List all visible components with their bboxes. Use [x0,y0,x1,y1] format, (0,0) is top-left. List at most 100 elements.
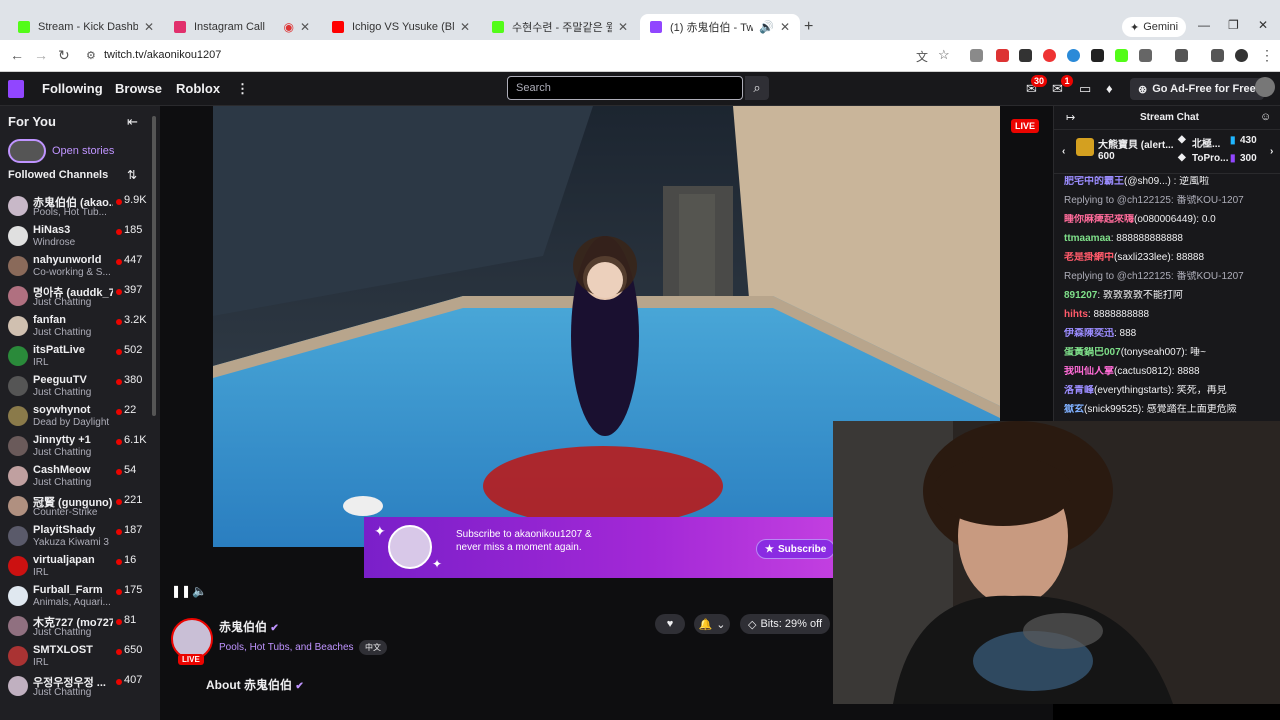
leader-name[interactable]: ToPro... [1192,153,1228,164]
sidebar-scrollbar[interactable] [152,116,156,416]
sidebar-channel-item[interactable]: 赤鬼伯伯 (akao... Pools, Hot Tub... 9.9K [8,192,152,220]
open-stories-button[interactable]: Open stories [8,139,114,163]
chat-message[interactable]: hihts: 8888888888 [1064,309,1279,321]
extension-icon[interactable] [1019,49,1032,62]
chat-username[interactable]: 老是掛網中 [1064,252,1114,263]
reload-icon[interactable]: ↻ [58,47,70,64]
sidebar-channel-item[interactable]: 우정우정우정 ... Just Chatting 407 [8,672,152,700]
reading-list-icon[interactable] [1211,49,1224,62]
sidebar-channel-item[interactable]: CashMeow Just Chatting 54 [8,462,152,490]
user-avatar[interactable] [1255,77,1275,97]
browser-tab-youtube[interactable]: Ichigo VS Yusuke (Bleach VS Yu ✕ [322,14,480,40]
notification-bell-button[interactable]: 🔔 ⌄ [694,614,730,634]
chat-message[interactable]: Replying to @ch122125: 番號KOU-1207 [1064,271,1279,283]
leader-name[interactable]: 北極... [1192,135,1220,150]
sidebar-channel-item[interactable]: Jinnytty +1 Just Chatting 6.1K [8,432,152,460]
chat-message[interactable]: 老是掛網中(saxli233lee): 88888 [1064,252,1279,264]
chat-message[interactable]: 891207: 敦敦敦敦不能打阿 [1064,290,1279,302]
chat-username[interactable]: 洛青峰 [1064,385,1094,396]
chat-message[interactable]: 伊森陳奕迅: 888 [1064,328,1279,340]
chat-username[interactable]: 蛋黃鍋巴007 [1064,347,1121,358]
extension-icon[interactable] [1043,49,1056,62]
chat-username[interactable]: ttmaamaa [1064,233,1111,244]
crown-icon[interactable]: ♦ [1106,81,1113,96]
chat-message[interactable]: Replying to @ch122125: 番號KOU-1207 [1064,195,1279,207]
shield-icon[interactable] [1091,49,1104,62]
channel-name-row[interactable]: 赤鬼伯伯 ✔ [219,618,279,635]
more-icon[interactable]: ⋮ [236,81,249,97]
browser-tab-kick[interactable]: Stream - Kick Dashboard ✕ [8,14,164,40]
chat-username[interactable]: 睡你麻痺起來嗨 [1064,214,1134,225]
leader-name[interactable]: 大熊寶貝 (alert... [1098,136,1174,151]
sidebar-channel-item[interactable]: Furball_Farm Animals, Aquari... 175 [8,582,152,610]
twitch-logo-icon[interactable] [8,80,24,98]
channel-category[interactable]: Pools, Hot Tubs, and Beaches [219,642,354,653]
chat-message[interactable]: 我叫仙人掌(cactus0812): 8888 [1064,366,1279,378]
sidebar-channel-item[interactable]: nahyunworld Co-working & S... 447 [8,252,152,280]
expand-icon[interactable]: ↦ [1066,111,1075,124]
chat-username[interactable]: 獄玄 [1064,404,1084,415]
bookmark-star-icon[interactable]: ☆ [938,47,950,63]
chat-username[interactable]: 肥宅中的霸王 [1064,176,1124,187]
nav-following[interactable]: Following [42,81,103,96]
chat-message[interactable]: 肥宅中的霸王(@sh09...) : 逆風啦 [1064,176,1279,188]
browser-tab-kick-2[interactable]: 수현수련 - 주말같은 월요일에 ... ✕ [482,14,638,40]
gemini-button[interactable]: ✦ Gemini [1122,17,1187,37]
kick-icon[interactable] [1115,49,1128,62]
close-icon[interactable]: ✕ [144,20,154,34]
subscribe-button[interactable]: ★ Subscribe [756,539,836,559]
sidebar-channel-item[interactable]: PeeguuTV Just Chatting 380 [8,372,152,400]
media-icon[interactable] [1175,49,1188,62]
sidebar-channel-item[interactable]: itsPatLive IRL 502 [8,342,152,370]
nav-roblox[interactable]: Roblox [176,81,220,96]
extension-icon[interactable] [1067,49,1080,62]
window-close-button[interactable]: ✕ [1258,18,1268,32]
url-input[interactable]: twitch.tv/akaonikou1207 [104,49,221,61]
nav-browse[interactable]: Browse [115,81,162,96]
minimize-button[interactable]: — [1198,18,1210,32]
profile-avatar[interactable] [1235,49,1248,62]
search-icon[interactable]: ⌕ [745,76,769,100]
extension-icon[interactable] [996,49,1009,62]
back-icon[interactable]: ← [10,47,24,63]
language-tag[interactable]: 中文 [359,640,387,655]
maximize-button[interactable]: ❐ [1228,18,1239,32]
browser-tab-instagram[interactable]: Instagram Call ◉ ✕ [164,14,320,40]
sidebar-channel-item[interactable]: fanfan Just Chatting 3.2K [8,312,152,340]
chat-username[interactable]: hihts [1064,309,1088,320]
follow-heart-button[interactable]: ♥ [655,614,685,634]
volume-icon[interactable]: 🔈 [192,584,207,598]
close-icon[interactable]: ✕ [618,20,628,34]
menu-icon[interactable]: ⋮ [1260,47,1274,64]
speaker-icon[interactable]: 🔊 [759,20,774,34]
sidebar-channel-item[interactable]: 명아츄 (auddk_77)Just Chatting397 [8,282,152,310]
sidebar-channel-item[interactable]: SMTXLOST IRL 650 [8,642,152,670]
chevron-right-icon[interactable]: › [1270,146,1273,157]
browser-tab-twitch[interactable]: (1) 赤鬼伯伯 - Twitch 🔊 ✕ [640,14,800,40]
forward-icon[interactable]: → [34,47,48,63]
chat-message[interactable]: 洛青峰(everythingstarts): 笑死，再見 [1064,385,1279,397]
pause-icon[interactable]: ❚❚ [171,584,191,598]
puzzle-icon[interactable] [1139,49,1152,62]
chat-message[interactable]: 睡你麻痺起來嗨(o080006449): 0.0 [1064,214,1279,226]
new-tab-button[interactable]: + [804,18,813,36]
close-icon[interactable]: ✕ [300,20,310,34]
translate-icon[interactable]: 文 [916,48,928,65]
sidebar-channel-item[interactable]: HiNas3 Windrose 185 [8,222,152,250]
chat-username[interactable]: 891207 [1064,290,1097,301]
search-input[interactable]: Search [507,76,743,100]
chat-message[interactable]: 獄玄(snick99525): 感覺踏在上面更危險 [1064,404,1279,416]
sort-icon[interactable]: ⇅ [127,168,137,182]
chat-bubble-icon[interactable]: ▭ [1079,81,1091,97]
sidebar-channel-item[interactable]: virtualjapan IRL 16 [8,552,152,580]
sidebar-channel-item[interactable]: soywhynot Dead by Daylight 22 [8,402,152,430]
chat-username[interactable]: 我叫仙人掌 [1064,366,1114,377]
site-info-icon[interactable]: ⚙ [86,49,96,62]
sidebar-channel-item[interactable]: PlayitShady Yakuza Kiwami 3 187 [8,522,152,550]
bits-button[interactable]: ◇ Bits: 29% off [740,614,831,634]
ad-free-button[interactable]: ⊛ Go Ad-Free for Free [1130,78,1264,100]
users-icon[interactable]: ☺ [1260,111,1271,123]
close-icon[interactable]: ✕ [460,20,470,34]
sidebar-channel-item[interactable]: 冠賢 (gunguno) Counter-Strike 221 [8,492,152,520]
chat-username[interactable]: 伊森陳奕迅 [1064,328,1114,339]
